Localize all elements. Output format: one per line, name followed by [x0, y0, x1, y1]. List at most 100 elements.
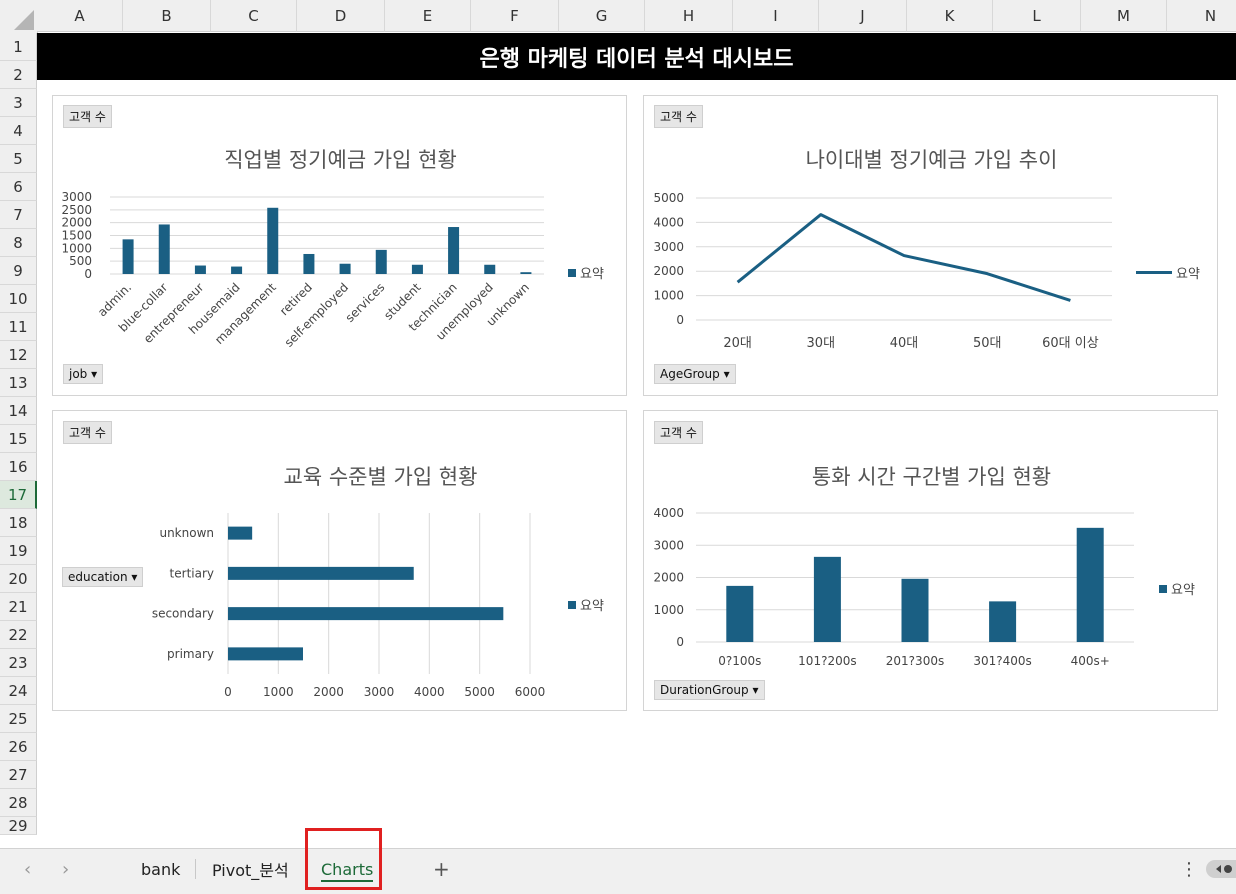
row-header-17[interactable]: 17: [0, 481, 37, 509]
legend: 요약: [568, 595, 604, 614]
legend-label: 요약: [580, 267, 604, 282]
bar: [228, 526, 253, 540]
row-header-9[interactable]: 9: [0, 257, 37, 285]
add-sheet-button[interactable]: +: [433, 849, 450, 889]
bar: [122, 239, 134, 274]
column-header-B[interactable]: B: [123, 0, 211, 32]
legend: 요약: [568, 263, 604, 282]
row-header-22[interactable]: 22: [0, 621, 37, 649]
row-header-18[interactable]: 18: [0, 509, 37, 537]
row-header-7[interactable]: 7: [0, 201, 37, 229]
duration-chart-plot: 0 1000 2000 3000 4000 0?100s 101?200s 201?300s 3…: [653, 506, 1134, 668]
x-tick-label: 50대: [973, 336, 1002, 351]
y-tick-label: 2000: [61, 216, 92, 230]
row-header-12[interactable]: 12: [0, 341, 37, 369]
row-header-10[interactable]: 10: [0, 285, 37, 313]
chart-age[interactable]: 고객 수 나이대별 정기예금 가입 추이 0 1000 2000 3000 4000 50…: [643, 95, 1218, 396]
sheet-tab-pivot[interactable]: Pivot_분석: [212, 849, 289, 889]
durationgroup-filter-button[interactable]: DurationGroup ▾: [654, 680, 765, 700]
column-header-G[interactable]: G: [559, 0, 645, 32]
bar: [228, 607, 504, 621]
column-header-D[interactable]: D: [297, 0, 385, 32]
row-header-25[interactable]: 25: [0, 705, 37, 733]
x-tick-label: 2000: [313, 685, 344, 699]
x-tick-label: 40대: [890, 336, 919, 351]
y-tick-label: 3000: [653, 240, 684, 254]
column-header-E[interactable]: E: [385, 0, 471, 32]
row-header-16[interactable]: 16: [0, 453, 37, 481]
row-header-3[interactable]: 3: [0, 89, 37, 117]
y-tick-label: 0: [84, 267, 92, 281]
next-sheet-icon[interactable]: ›: [62, 859, 69, 880]
row-header-8[interactable]: 8: [0, 229, 37, 257]
column-header-H[interactable]: H: [645, 0, 733, 32]
row-header-23[interactable]: 23: [0, 649, 37, 677]
row-header-11[interactable]: 11: [0, 313, 37, 341]
row-header-13[interactable]: 13: [0, 369, 37, 397]
row-header-24[interactable]: 24: [0, 677, 37, 705]
bar: [448, 227, 460, 274]
job-filter-button[interactable]: job ▾: [63, 364, 104, 384]
row-header-26[interactable]: 26: [0, 733, 37, 761]
column-header-A[interactable]: A: [37, 0, 123, 32]
row-header-20[interactable]: 20: [0, 565, 37, 593]
column-header-N[interactable]: N: [1167, 0, 1236, 32]
dashboard-title: 은행 마케팅 데이터 분석 대시보드: [37, 33, 1236, 80]
row-header-21[interactable]: 21: [0, 593, 37, 621]
row-header-28[interactable]: 28: [0, 789, 37, 817]
chart-education[interactable]: 고객 수 교육 수준별 가입 현황 0 1000 2000 3000 4000 5000 6…: [52, 410, 627, 711]
x-tick-label: 60대 이상: [1042, 336, 1099, 351]
x-tick-label: 20대: [723, 336, 752, 351]
chart-job[interactable]: 고객 수 직업별 정기예금 가입 현황 0 500 1000 1500 2000 2500…: [52, 95, 627, 396]
age-chart-plot: 0 1000 2000 3000 4000 5000 20대 30대 40대 50대 60대 이상: [653, 191, 1112, 351]
row-header-27[interactable]: 27: [0, 761, 37, 789]
column-header-C[interactable]: C: [211, 0, 297, 32]
x-tick-label: 201?300s: [886, 654, 944, 668]
row-header-19[interactable]: 19: [0, 537, 37, 565]
legend-swatch: [568, 600, 576, 609]
job-chart-plot: 050010001500200025003000admin.blue-colla…: [61, 190, 544, 350]
x-tick-label: 4000: [414, 685, 445, 699]
column-header-L[interactable]: L: [993, 0, 1081, 32]
bar: [375, 249, 387, 274]
row-header-2[interactable]: 2: [0, 61, 37, 89]
row-header-1[interactable]: 1: [0, 33, 37, 61]
y-tick-label: secondary: [152, 607, 214, 621]
row-header-6[interactable]: 6: [0, 173, 37, 201]
x-tick-label: 5000: [464, 685, 495, 699]
more-options-icon[interactable]: ⋮: [1180, 849, 1198, 889]
y-tick-label: 1000: [653, 603, 684, 617]
column-header-K[interactable]: K: [907, 0, 993, 32]
dropdown-arrow-icon: ▾: [723, 367, 730, 381]
y-tick-label: 2500: [61, 203, 92, 217]
education-filter-button[interactable]: education ▾: [62, 567, 144, 587]
legend-label: 요약: [580, 599, 604, 614]
column-header-I[interactable]: I: [733, 0, 819, 32]
column-header-J[interactable]: J: [819, 0, 907, 32]
row-header-5[interactable]: 5: [0, 145, 37, 173]
x-tick-label: 6000: [515, 685, 546, 699]
column-header-M[interactable]: M: [1081, 0, 1167, 32]
sheet-tab-bank[interactable]: bank: [141, 849, 180, 889]
highlight-box: [305, 828, 382, 890]
legend-label: 요약: [1176, 267, 1200, 282]
education-chart-plot: 0 1000 2000 3000 4000 5000 6000 unknown tertiary…: [152, 513, 546, 699]
sheet-tab-bar: ‹ › bank Pivot_분석 Charts + ⋮: [0, 848, 1236, 894]
row-header-14[interactable]: 14: [0, 397, 37, 425]
y-tick-label: primary: [167, 647, 214, 661]
y-tick-label: 3000: [61, 190, 92, 204]
bar: [1076, 527, 1104, 642]
column-header-F[interactable]: F: [471, 0, 559, 32]
bar: [303, 253, 315, 274]
bar: [726, 585, 754, 642]
row-header-4[interactable]: 4: [0, 117, 37, 145]
prev-sheet-icon[interactable]: ‹: [24, 859, 31, 880]
x-tick-label: 30대: [807, 336, 836, 351]
row-header-29[interactable]: 29: [0, 817, 37, 835]
row-header-15[interactable]: 15: [0, 425, 37, 453]
y-tick-label: 2000: [653, 571, 684, 585]
agegroup-filter-button[interactable]: AgeGroup ▾: [654, 364, 736, 384]
chart-duration[interactable]: 고객 수 통화 시간 구간별 가입 현황 0 1000 2000 3000 4000 0?…: [643, 410, 1218, 711]
horizontal-scrollbar[interactable]: [1206, 860, 1236, 878]
select-all-corner[interactable]: [0, 0, 38, 34]
